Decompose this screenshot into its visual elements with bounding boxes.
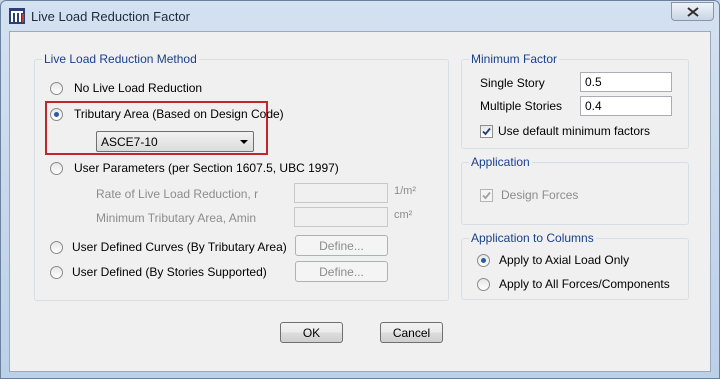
- multiple-stories-input[interactable]: 0.4: [580, 96, 672, 116]
- radio-tributary-area[interactable]: [50, 108, 63, 121]
- radio-no-reduction[interactable]: [50, 82, 63, 95]
- chevron-down-icon: [240, 140, 248, 144]
- use-default-checkbox[interactable]: [480, 125, 493, 138]
- radio-axial-load-only-label[interactable]: Apply to Axial Load Only: [499, 253, 629, 267]
- application-legend: Application: [469, 155, 532, 169]
- radio-no-reduction-label[interactable]: No Live Load Reduction: [74, 81, 202, 95]
- rate-label: Rate of Live Load Reduction, r: [96, 187, 259, 201]
- use-default-label[interactable]: Use default minimum factors: [498, 124, 650, 138]
- close-button[interactable]: [671, 2, 714, 21]
- ok-button[interactable]: OK: [280, 322, 343, 343]
- radio-user-parameters[interactable]: [50, 162, 63, 175]
- define-stories-button[interactable]: Define...: [295, 261, 388, 282]
- app-icon: [9, 8, 25, 24]
- dialog-body: Live Load Reduction Method No Live Load …: [9, 31, 711, 372]
- min-area-label: Minimum Tributary Area, Amin: [96, 211, 257, 225]
- design-code-value: ASCE7-10: [101, 135, 158, 149]
- cancel-button[interactable]: Cancel: [380, 322, 443, 343]
- rate-unit: 1/m²: [394, 185, 416, 197]
- define-curves-button[interactable]: Define...: [295, 235, 388, 256]
- radio-curves-tributary-label[interactable]: User Defined Curves (By Tributary Area): [72, 240, 287, 254]
- radio-all-forces-label[interactable]: Apply to All Forces/Components: [499, 277, 670, 291]
- radio-all-forces[interactable]: [477, 278, 490, 291]
- checkmark-icon: [482, 191, 491, 200]
- radio-tributary-area-label[interactable]: Tributary Area (Based on Design Code): [74, 107, 284, 121]
- window-title: Live Load Reduction Factor: [31, 9, 190, 24]
- rate-input[interactable]: [294, 183, 388, 203]
- radio-stories-supported-label[interactable]: User Defined (By Stories Supported): [72, 265, 267, 279]
- single-story-label: Single Story: [480, 76, 545, 90]
- application-columns-legend: Application to Columns: [469, 231, 596, 245]
- method-legend: Live Load Reduction Method: [42, 52, 199, 66]
- design-forces-checkbox[interactable]: [480, 189, 493, 202]
- close-icon: [686, 6, 699, 17]
- design-forces-label[interactable]: Design Forces: [501, 188, 578, 202]
- radio-axial-load-only[interactable]: [477, 254, 490, 267]
- min-area-unit: cm²: [394, 209, 413, 221]
- minimum-factor-legend: Minimum Factor: [469, 52, 560, 66]
- multiple-stories-label: Multiple Stories: [480, 99, 563, 113]
- title-bar[interactable]: Live Load Reduction Factor: [1, 1, 719, 31]
- checkmark-icon: [482, 127, 491, 136]
- design-code-select[interactable]: ASCE7-10: [96, 131, 254, 152]
- single-story-input[interactable]: 0.5: [580, 72, 672, 92]
- min-area-input[interactable]: [294, 207, 388, 227]
- radio-stories-supported[interactable]: [50, 266, 63, 279]
- radio-user-parameters-label[interactable]: User Parameters (per Section 1607.5, UBC…: [74, 161, 339, 175]
- dialog-window: Live Load Reduction Factor Live Load Red…: [0, 0, 720, 379]
- radio-curves-tributary[interactable]: [50, 241, 63, 254]
